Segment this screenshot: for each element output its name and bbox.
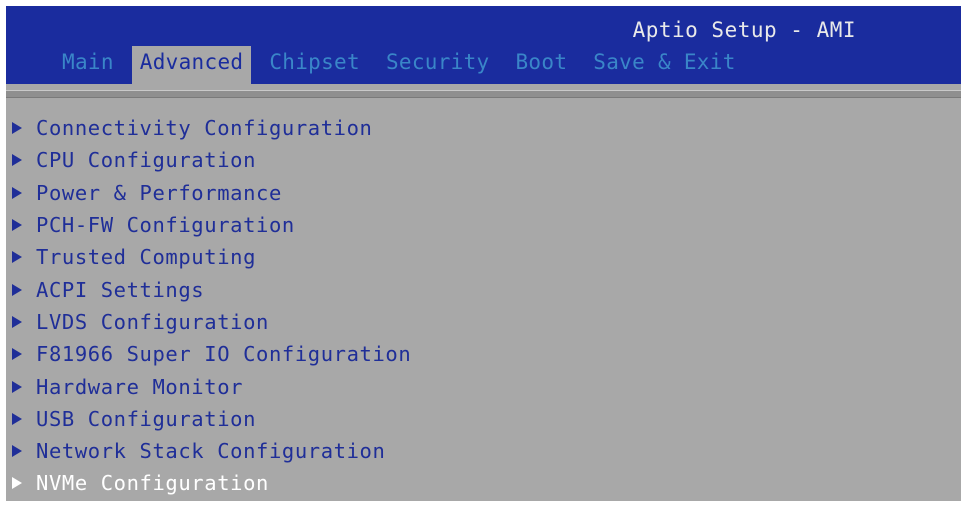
- tab-boot[interactable]: Boot: [507, 46, 575, 78]
- header-divider: [6, 90, 961, 98]
- advanced-menu-list: Connectivity Configuration CPU Configura…: [10, 112, 411, 500]
- menu-item-label: Power & Performance: [36, 180, 282, 205]
- tab-main[interactable]: Main: [54, 46, 122, 78]
- menu-item-label: NVMe Configuration: [36, 471, 269, 496]
- tab-save-exit[interactable]: Save & Exit: [585, 46, 743, 78]
- menu-item-label: F81966 Super IO Configuration: [36, 342, 412, 367]
- menu-item-usb-configuration[interactable]: USB Configuration: [10, 403, 411, 435]
- tab-chipset[interactable]: Chipset: [261, 46, 368, 78]
- menu-item-hardware-monitor[interactable]: Hardware Monitor: [10, 370, 411, 402]
- submenu-arrow-icon: [12, 348, 22, 361]
- tab-advanced[interactable]: Advanced: [131, 46, 252, 84]
- menu-item-label: Network Stack Configuration: [36, 439, 386, 464]
- submenu-arrow-icon: [12, 186, 22, 199]
- submenu-arrow-icon: [12, 477, 22, 490]
- menu-item-label: ACPI Settings: [36, 277, 205, 302]
- menu-item-label: Hardware Monitor: [36, 374, 244, 399]
- submenu-arrow-icon: [12, 251, 22, 264]
- submenu-arrow-icon: [12, 154, 22, 167]
- menu-item-super-io-configuration[interactable]: F81966 Super IO Configuration: [10, 338, 411, 370]
- submenu-arrow-icon: [12, 412, 22, 425]
- app-title: Aptio Setup - AMI: [632, 18, 856, 42]
- menu-item-acpi-settings[interactable]: ACPI Settings: [10, 273, 411, 305]
- header-bar: Aptio Setup - AMI Main Advanced Chipset …: [6, 6, 961, 84]
- menu-item-nvme-configuration[interactable]: NVMe Configuration: [10, 467, 411, 499]
- menu-item-network-stack-configuration[interactable]: Network Stack Configuration: [10, 435, 411, 467]
- menu-item-label: Connectivity Configuration: [36, 116, 373, 141]
- submenu-arrow-icon: [12, 122, 22, 135]
- menu-item-cpu-configuration[interactable]: CPU Configuration: [10, 144, 411, 176]
- menu-item-label: PCH-FW Configuration: [36, 213, 295, 238]
- submenu-arrow-icon: [12, 315, 22, 328]
- menu-item-trusted-computing[interactable]: Trusted Computing: [10, 241, 411, 273]
- menu-item-lvds-configuration[interactable]: LVDS Configuration: [10, 306, 411, 338]
- menu-item-connectivity-configuration[interactable]: Connectivity Configuration: [10, 112, 411, 144]
- tab-bar: Main Advanced Chipset Security Boot Save…: [54, 46, 754, 84]
- menu-item-label: USB Configuration: [36, 406, 257, 431]
- menu-item-power-performance[interactable]: Power & Performance: [10, 177, 411, 209]
- bios-screen: Aptio Setup - AMI Main Advanced Chipset …: [6, 6, 961, 501]
- tab-security[interactable]: Security: [378, 46, 498, 78]
- submenu-arrow-icon: [12, 283, 22, 296]
- submenu-arrow-icon: [12, 219, 22, 232]
- menu-item-label: Trusted Computing: [36, 245, 257, 270]
- menu-item-label: CPU Configuration: [36, 148, 257, 173]
- menu-item-label: LVDS Configuration: [36, 309, 269, 334]
- menu-item-pch-fw-configuration[interactable]: PCH-FW Configuration: [10, 209, 411, 241]
- submenu-arrow-icon: [12, 445, 22, 458]
- submenu-arrow-icon: [12, 380, 22, 393]
